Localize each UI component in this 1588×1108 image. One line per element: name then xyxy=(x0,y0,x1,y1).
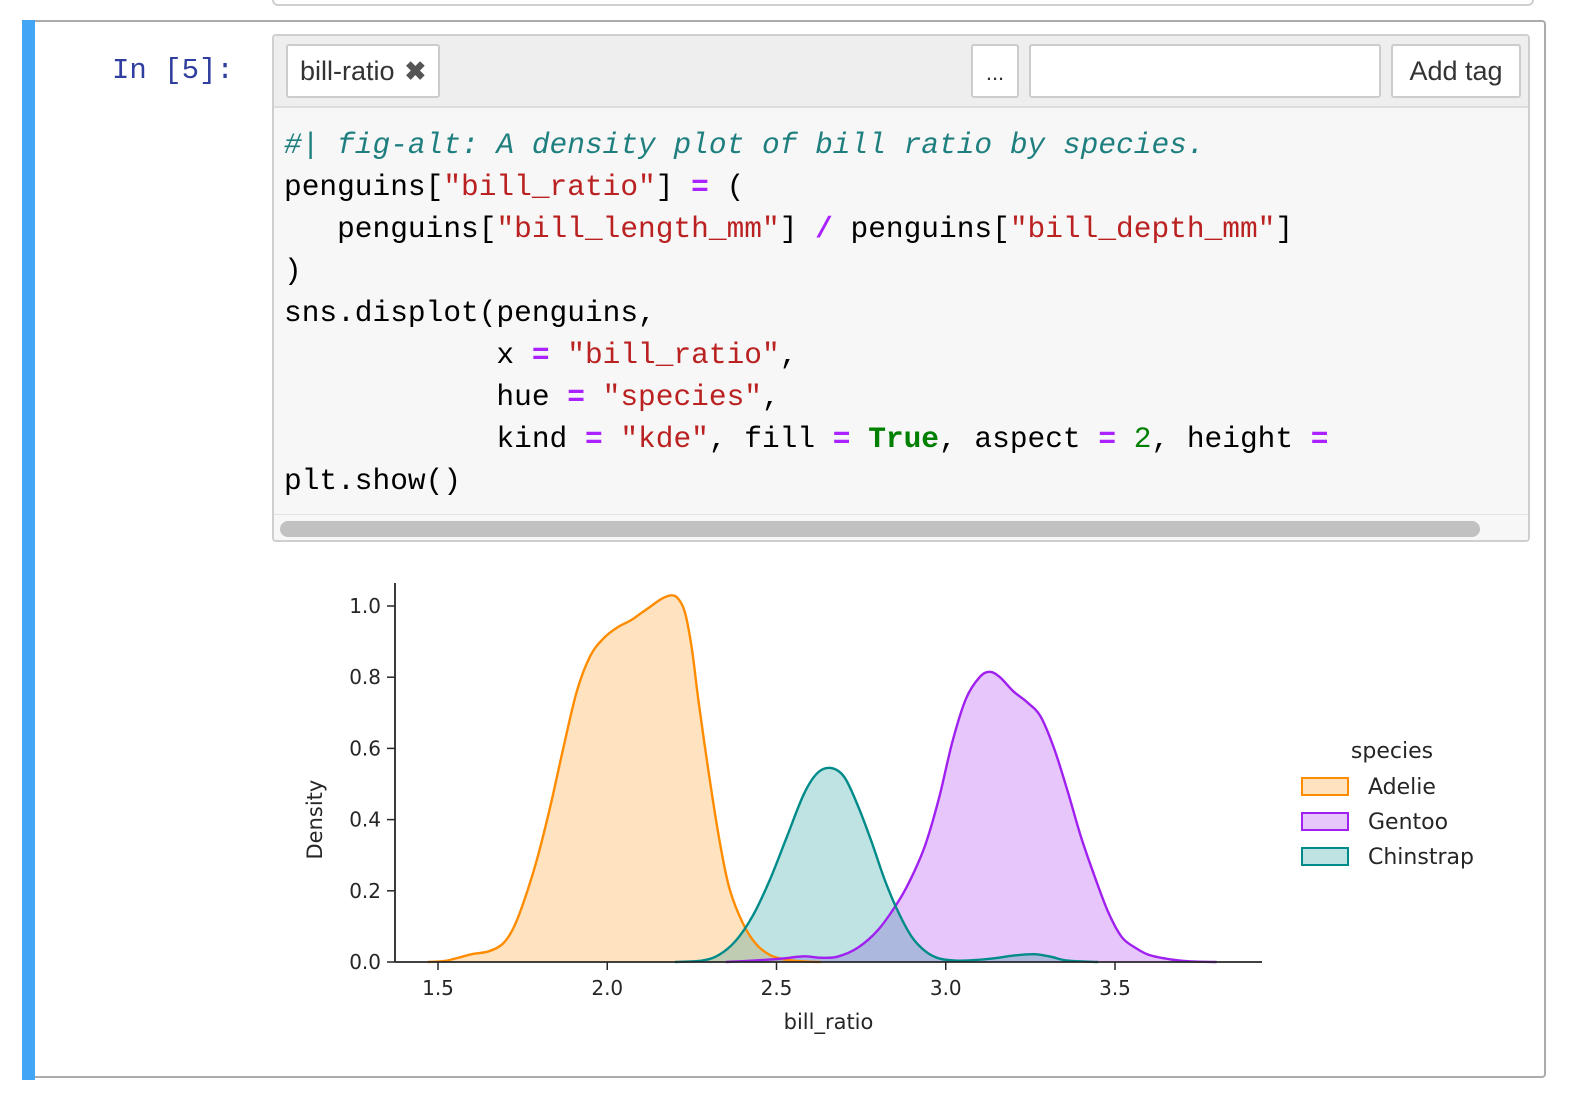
density-chart: 0.0 0.2 0.4 0.6 0.8 1.0 1.5 2.0 2.5 3.0 3.5 bill_ra… xyxy=(303,583,1474,1035)
x-tick-label: 1.5 xyxy=(422,976,454,1000)
legend-swatch-adelie xyxy=(1301,777,1349,796)
code-operator: = xyxy=(832,422,851,456)
code-operator: = xyxy=(584,422,603,456)
code-keyword: True xyxy=(868,422,940,456)
code-operator: = xyxy=(691,170,709,204)
tag-input[interactable] xyxy=(1029,44,1381,98)
scrollbar-thumb[interactable] xyxy=(280,521,1480,537)
legend-swatch-chinstrap xyxy=(1301,847,1349,866)
code-operator: / xyxy=(815,212,833,246)
tag-label: bill-ratio xyxy=(300,55,395,86)
tag-more-button[interactable]: ... xyxy=(971,44,1019,98)
previous-cell-border xyxy=(272,0,1534,6)
code-token: penguins xyxy=(337,212,479,246)
cell-prompt: In [5]: xyxy=(112,54,234,87)
code-operator: = xyxy=(1098,422,1117,456)
y-tick-label: 0.2 xyxy=(349,879,381,903)
horizontal-scrollbar[interactable] xyxy=(274,514,1528,540)
code-operator: = xyxy=(1310,422,1329,456)
y-tick-label: 0.0 xyxy=(349,950,381,974)
x-tick-label: 2.5 xyxy=(761,976,793,1000)
cell-selection-indicator xyxy=(22,20,35,1080)
code-string: "bill_ratio" xyxy=(567,338,780,372)
cell-output: 0.0 0.2 0.4 0.6 0.8 1.0 1.5 2.0 2.5 3.0 3.5 bill_ra… xyxy=(272,556,1530,1056)
code-number: 2 xyxy=(1133,422,1152,456)
x-tick-label: 3.5 xyxy=(1099,976,1131,1000)
code-string: "bill_depth_mm" xyxy=(1009,212,1276,246)
legend-label-chinstrap: Chinstrap xyxy=(1368,845,1474,870)
legend-label-adelie: Adelie xyxy=(1368,775,1436,800)
code-token: penguins xyxy=(850,212,993,246)
tag-bill-ratio[interactable]: bill-ratio ✖ xyxy=(286,44,441,98)
x-tick-label: 3.0 xyxy=(930,976,962,1000)
legend-label-gentoo: Gentoo xyxy=(1368,810,1448,835)
y-tick-label: 1.0 xyxy=(349,594,381,618)
code-operator: = xyxy=(567,380,585,414)
code-token: plt.show() xyxy=(284,464,462,498)
code-comment: #| fig-alt: A density plot of bill ratio… xyxy=(284,128,1205,162)
y-tick-label: 0.8 xyxy=(349,665,381,689)
add-tag-button[interactable]: Add tag xyxy=(1391,44,1521,98)
code-string: "bill_ratio" xyxy=(443,170,656,204)
code-editor[interactable]: #| fig-alt: A density plot of bill ratio… xyxy=(284,124,1328,502)
x-axis-label: bill_ratio xyxy=(784,1010,874,1035)
code-operator: = xyxy=(531,338,550,372)
code-string: "kde" xyxy=(620,422,709,456)
x-tick-label: 2.0 xyxy=(591,976,623,1000)
y-tick-label: 0.4 xyxy=(349,808,381,832)
cell-input-area[interactable]: bill-ratio ✖ ... Add tag #| fig-alt: A d… xyxy=(272,34,1530,542)
code-string: "species" xyxy=(602,380,762,414)
code-string: "bill_length_mm" xyxy=(496,212,780,246)
legend-title: species xyxy=(1351,739,1433,764)
y-axis-label: Density xyxy=(303,780,327,860)
y-tick-label: 0.6 xyxy=(349,736,381,760)
legend-swatch-gentoo xyxy=(1301,812,1349,831)
code-token: sns.displot(penguins, xyxy=(284,296,656,330)
close-icon[interactable]: ✖ xyxy=(405,56,427,87)
tag-toolbar: bill-ratio ✖ ... Add tag xyxy=(274,36,1528,108)
code-token: penguins xyxy=(284,170,426,204)
